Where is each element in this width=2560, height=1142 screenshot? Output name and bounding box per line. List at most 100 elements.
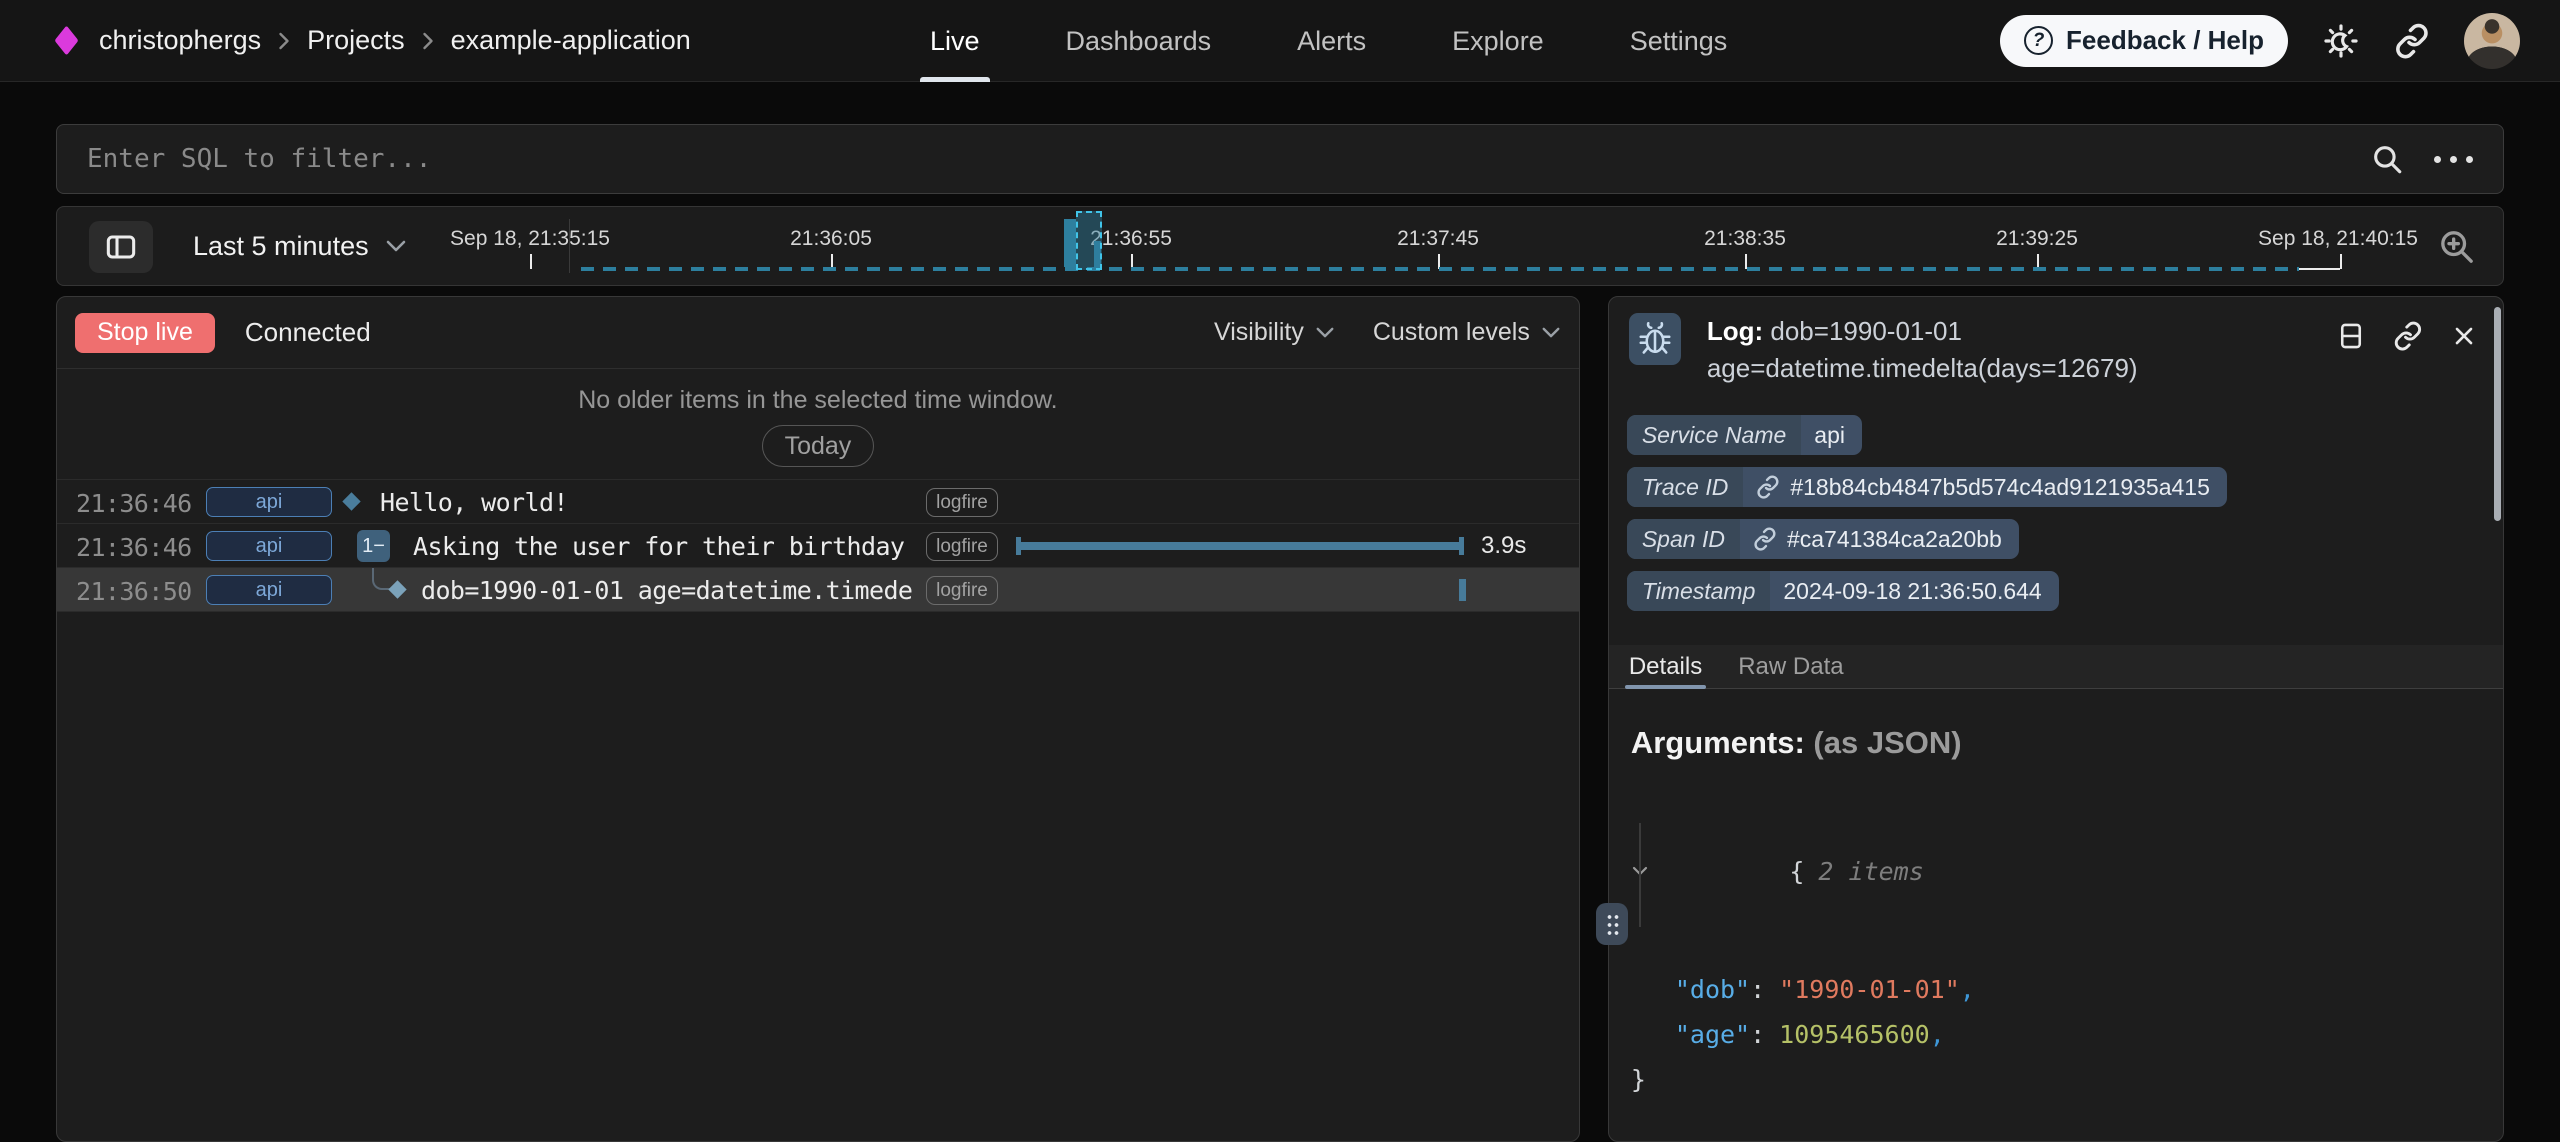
logfire-tag[interactable]: logfire [926, 576, 998, 605]
today-button[interactable]: Today [762, 425, 875, 467]
link-icon [1753, 527, 1777, 551]
tab-alerts[interactable]: Alerts [1297, 0, 1366, 82]
log-row[interactable]: 21:36:46 api Hello, world! logfire [57, 480, 1579, 524]
tab-explore[interactable]: Explore [1452, 0, 1544, 82]
timeline-tick-label: 21:37:45 [1397, 227, 1479, 251]
visibility-dropdown[interactable]: Visibility [1214, 318, 1335, 347]
collapse-caret-icon[interactable] [1631, 775, 1782, 967]
service-name-pill: Service Name api [1627, 415, 1862, 455]
log-detail-panel: Log: dob=1990-01-01 age=datetime.timedel… [1608, 296, 2504, 1142]
item-count: 2 items [1818, 849, 1923, 894]
detail-actions [2337, 321, 2477, 351]
attribute-pills: Service Name api Trace ID #18b84cb4847b5… [1609, 415, 2503, 611]
service-badge[interactable]: api [206, 531, 332, 561]
timeline-tick-label: 21:38:35 [1704, 227, 1786, 251]
row-timestamp: 21:36:46 [76, 489, 192, 518]
connection-status: Connected [245, 317, 371, 348]
chevron-down-icon [385, 239, 407, 253]
share-link-button[interactable] [2394, 23, 2430, 59]
scrollbar-thumb[interactable] [2494, 307, 2501, 521]
row-timestamp: 21:36:50 [76, 577, 192, 606]
timestamp-pill: Timestamp 2024-09-18 21:36:50.644 [1627, 571, 2059, 611]
logfire-tag[interactable]: logfire [926, 532, 998, 561]
service-badge[interactable]: api [206, 487, 332, 517]
span-message: Asking the user for their birthday [413, 532, 904, 561]
json-line: } [1631, 1057, 2503, 1102]
breadcrumb: christophergs Projects example-applicati… [99, 25, 691, 56]
user-avatar[interactable] [2464, 13, 2520, 69]
more-options-icon[interactable] [2434, 156, 2473, 163]
log-message: dob=1990-01-01 age=datetime.timede [421, 576, 912, 605]
live-panel-header: Stop live Connected Visibility Custom le… [57, 297, 1579, 369]
custom-levels-dropdown[interactable]: Custom levels [1373, 318, 1561, 347]
link-icon [1756, 475, 1780, 499]
json-line: "dob":"1990-01-01", [1631, 967, 2503, 1012]
timeline-bar: Last 5 minutes Sep 18, 21:35:15 21:36:05… [56, 206, 2504, 286]
grip-dots-icon [1606, 913, 1619, 936]
sun-moon-icon [2322, 22, 2360, 60]
json-viewer: { 2 items "dob":"1990-01-01", "age":1095… [1631, 775, 2503, 1102]
duration-bar [1016, 542, 1464, 550]
question-circle-icon: ? [2024, 26, 2053, 55]
detail-title: Log: dob=1990-01-01 age=datetime.timedel… [1707, 313, 2307, 387]
timeline-start-label: Sep 18, 21:35:15 [450, 227, 610, 251]
duration-tick [1459, 579, 1466, 601]
log-row-selected[interactable]: 21:36:50 api dob=1990-01-01 age=datetime… [57, 568, 1579, 612]
zoom-in-button[interactable] [2437, 227, 2477, 267]
timeline-tick-label: 21:39:25 [1996, 227, 2078, 251]
magnifier-plus-icon [2437, 227, 2477, 267]
close-panel-button[interactable] [2451, 321, 2477, 351]
timeline-tick-label: 21:36:55 [1090, 227, 1172, 251]
service-badge[interactable]: api [206, 575, 332, 605]
logfire-tag[interactable]: logfire [926, 488, 998, 517]
open-split-view-button[interactable] [2337, 321, 2365, 351]
empty-message: No older items in the selected time wind… [57, 385, 1579, 415]
tab-live[interactable]: Live [930, 0, 980, 82]
log-message: Hello, world! [380, 488, 568, 517]
time-range-select[interactable]: Last 5 minutes [193, 207, 407, 285]
timeline-tick [530, 254, 532, 269]
main-content: Stop live Connected Visibility Custom le… [56, 296, 2504, 1142]
detail-header: Log: dob=1990-01-01 age=datetime.timedel… [1609, 297, 2503, 387]
timeline-selection-region[interactable] [1076, 211, 1102, 270]
timeline-tick [2340, 254, 2342, 269]
tab-settings[interactable]: Settings [1630, 0, 1728, 82]
trace-id-pill[interactable]: Trace ID #18b84cb4847b5d574c4ad9121935a4… [1627, 467, 2227, 507]
time-range-label: Last 5 minutes [193, 231, 369, 262]
copy-link-button[interactable] [2393, 321, 2423, 351]
feedback-help-label: Feedback / Help [2066, 25, 2264, 56]
timeline-baseline [581, 267, 2299, 271]
search-icon[interactable] [2370, 142, 2404, 176]
sql-filter-input[interactable] [87, 144, 2370, 174]
top-bar: christophergs Projects example-applicati… [0, 0, 2560, 82]
chevron-right-icon [421, 30, 435, 52]
stop-live-button[interactable]: Stop live [75, 313, 215, 353]
link-icon [2394, 23, 2430, 59]
detail-tabs: Details Raw Data [1609, 645, 2503, 689]
timeline-end-connector [2299, 268, 2340, 270]
breadcrumb-project[interactable]: example-application [451, 25, 691, 56]
logfire-logo-icon[interactable] [54, 25, 78, 55]
json-line: "age":1095465600, [1631, 1012, 2503, 1057]
panel-resize-handle[interactable] [1596, 903, 1628, 945]
row-timestamp: 21:36:46 [76, 533, 192, 562]
chevron-down-icon [1541, 326, 1561, 339]
sidebar-toggle-button[interactable] [89, 221, 153, 273]
timeline-tick-label: 21:36:05 [790, 227, 872, 251]
tab-dashboards[interactable]: Dashboards [1066, 0, 1212, 82]
arguments-heading: Arguments: (as JSON) [1631, 725, 2503, 761]
panel-left-icon [105, 231, 137, 263]
span-id-pill[interactable]: Span ID #ca741384ca2a20bb [1627, 519, 2019, 559]
breadcrumb-section[interactable]: Projects [307, 25, 405, 56]
collapse-toggle[interactable]: 1− [357, 530, 390, 562]
feedback-help-button[interactable]: ? Feedback / Help [2000, 15, 2288, 67]
tab-raw-data[interactable]: Raw Data [1738, 645, 1843, 688]
trace-list: 21:36:46 api Hello, world! logfire 21:36… [57, 479, 1579, 612]
span-row[interactable]: 21:36:46 api 1− Asking the user for thei… [57, 524, 1579, 568]
breadcrumb-org[interactable]: christophergs [99, 25, 261, 56]
theme-toggle-button[interactable] [2322, 22, 2360, 60]
tab-details[interactable]: Details [1629, 645, 1702, 688]
debug-level-icon [1629, 313, 1681, 365]
topbar-actions: ? Feedback / Help [2000, 13, 2520, 69]
histogram-bar [1064, 219, 1076, 267]
